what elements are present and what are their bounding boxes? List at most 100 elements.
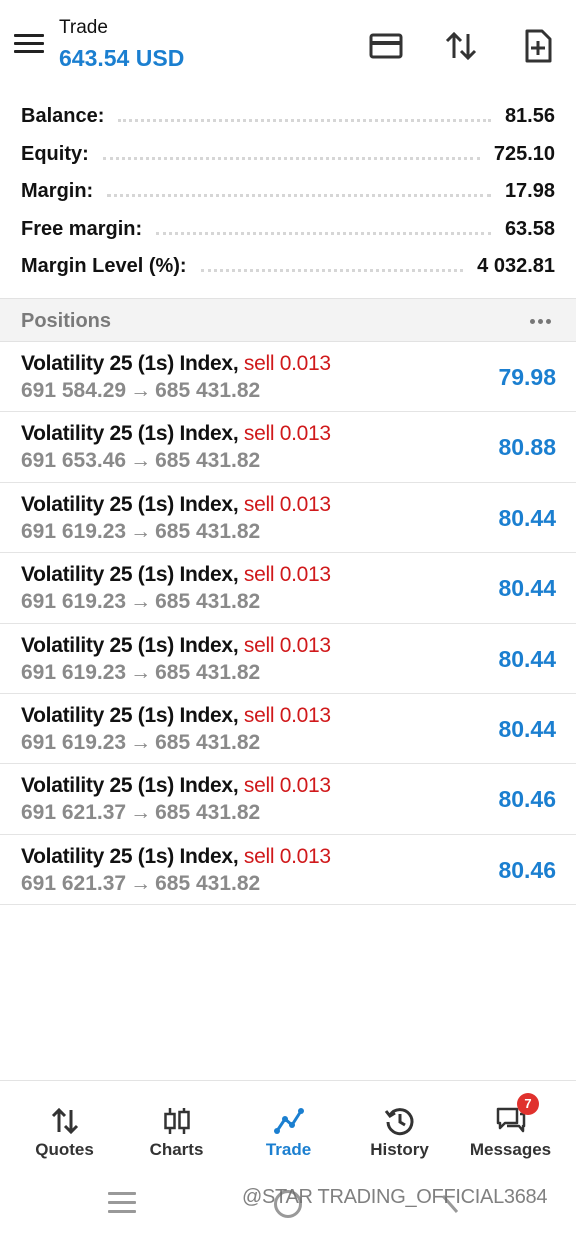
tab-label: Quotes (35, 1140, 94, 1159)
position-side: sell 0.013 (243, 563, 331, 587)
watermark-text: @STAR TRADING_OFFICIAL3684 (242, 1186, 548, 1208)
current-price: 685 431.82 (155, 801, 261, 825)
position-profit: 80.44 (498, 504, 556, 531)
more-options-icon[interactable] (528, 311, 554, 331)
tab-messages[interactable]: 7 Messages (453, 1081, 568, 1171)
position-row[interactable]: Volatility 25 (1s) Index, sell 0.013 691… (0, 342, 576, 413)
menu-icon[interactable] (14, 34, 44, 56)
open-price: 691 621.37 (21, 871, 127, 895)
arrow-icon: → (130, 449, 152, 473)
position-title: Volatility 25 (1s) Index, sell 0.013 (21, 493, 331, 517)
arrow-icon: → (130, 379, 152, 402)
open-price: 691 584.29 (21, 379, 127, 402)
position-profit: 80.44 (498, 645, 556, 672)
tab-label: Trade (265, 1140, 312, 1159)
position-symbol: Volatility 25 (1s) Index, (21, 352, 239, 375)
tab-label: Charts (149, 1140, 204, 1159)
charts-icon (161, 1105, 193, 1137)
tab-history[interactable]: History (342, 1081, 457, 1171)
position-prices: 691 619.23 → 685 431.82 (21, 520, 260, 544)
tab-label: History (370, 1140, 429, 1159)
position-profit: 80.88 (498, 434, 556, 461)
summary-value: 63.58 (504, 217, 555, 240)
position-symbol: Volatility 25 (1s) Index, (21, 844, 239, 868)
position-prices: 691 619.23 → 685 431.82 (21, 590, 260, 614)
open-price: 691 621.37 (21, 801, 127, 825)
summary-row-margin: Margin: 17.98 (0, 173, 576, 211)
dotted-leader (107, 194, 491, 198)
positions-list: Volatility 25 (1s) Index, sell 0.013 691… (0, 342, 576, 906)
recent-apps-icon[interactable] (108, 1192, 136, 1214)
page-title: Trade (59, 17, 108, 38)
history-icon (384, 1105, 416, 1137)
dotted-leader (118, 119, 491, 123)
current-price: 685 431.82 (155, 590, 261, 614)
open-price: 691 653.46 (21, 449, 127, 473)
position-side: sell 0.013 (243, 703, 331, 727)
tab-charts[interactable]: Charts (119, 1081, 234, 1171)
position-title: Volatility 25 (1s) Index, sell 0.013 (21, 563, 331, 587)
position-symbol: Volatility 25 (1s) Index, (21, 774, 239, 798)
summary-row-equity: Equity: 725.10 (0, 136, 576, 174)
position-row[interactable]: Volatility 25 (1s) Index, sell 0.013 691… (0, 483, 576, 554)
position-profit: 80.46 (498, 856, 556, 883)
arrow-icon: → (130, 801, 152, 825)
arrow-icon: → (130, 519, 152, 543)
summary-value: 17.98 (504, 180, 555, 203)
position-row[interactable]: Volatility 25 (1s) Index, sell 0.013 691… (0, 694, 576, 765)
position-row[interactable]: Volatility 25 (1s) Index, sell 0.013 691… (0, 412, 576, 483)
position-row[interactable]: Volatility 25 (1s) Index, sell 0.013 691… (0, 624, 576, 694)
position-title: Volatility 25 (1s) Index, sell 0.013 (21, 422, 331, 446)
current-price: 685 431.82 (155, 871, 261, 895)
card-icon[interactable] (368, 28, 404, 64)
position-symbol: Volatility 25 (1s) Index, (21, 633, 239, 657)
positions-title: Positions (21, 310, 112, 332)
position-symbol: Volatility 25 (1s) Index, (21, 492, 239, 516)
position-title: Volatility 25 (1s) Index, sell 0.013 (21, 774, 331, 798)
position-row[interactable]: Volatility 25 (1s) Index, sell 0.013 691… (0, 764, 576, 835)
summary-row-balance: Balance: 81.56 (0, 98, 576, 136)
position-profit: 80.46 (498, 786, 556, 813)
tab-label: Messages (469, 1140, 552, 1159)
arrow-icon: → (130, 730, 152, 754)
position-symbol: Volatility 25 (1s) Index, (21, 563, 239, 587)
arrow-icon: → (130, 660, 152, 684)
tab-trade[interactable]: Trade (231, 1081, 346, 1171)
dotted-leader (200, 269, 464, 273)
new-order-icon[interactable] (520, 28, 556, 64)
system-navigation-bar: @STAR TRADING_OFFICIAL3684 (0, 1170, 576, 1234)
bottom-tab-bar: Quotes Charts Trade History 7 Messages (0, 1080, 576, 1170)
position-prices: 691 621.37 → 685 431.82 (21, 801, 260, 825)
position-side: sell 0.013 (243, 774, 331, 798)
summary-label: Margin: (21, 180, 94, 203)
summary-label: Margin Level (%): (21, 255, 187, 278)
sort-icon[interactable] (443, 28, 479, 64)
summary-row-free-margin: Free margin: 63.58 (0, 211, 576, 249)
position-row[interactable]: Volatility 25 (1s) Index, sell 0.013 691… (0, 553, 576, 624)
position-prices: 691 619.23 → 685 431.82 (21, 661, 260, 685)
position-profit: 80.44 (498, 575, 556, 602)
current-price: 685 431.82 (155, 379, 261, 402)
account-balance: 643.54 USD (59, 45, 185, 71)
position-title: Volatility 25 (1s) Index, sell 0.013 (21, 352, 331, 376)
open-price: 691 619.23 (21, 590, 127, 614)
position-side: sell 0.013 (243, 633, 331, 657)
summary-label: Equity: (21, 142, 89, 165)
position-title: Volatility 25 (1s) Index, sell 0.013 (21, 845, 331, 869)
position-side: sell 0.013 (243, 422, 331, 446)
positions-section-header: Positions (0, 298, 576, 342)
position-prices: 691 619.23 → 685 431.82 (21, 731, 260, 755)
position-prices: 691 584.29 → 685 431.82 (21, 379, 260, 403)
arrow-icon: → (130, 871, 152, 895)
summary-value: 4 032.81 (477, 255, 555, 278)
position-side: sell 0.013 (243, 352, 331, 375)
position-prices: 691 653.46 → 685 431.82 (21, 449, 260, 473)
position-row[interactable]: Volatility 25 (1s) Index, sell 0.013 691… (0, 835, 576, 906)
open-price: 691 619.23 (21, 519, 127, 543)
position-prices: 691 621.37 → 685 431.82 (21, 872, 260, 896)
open-price: 691 619.23 (21, 730, 127, 754)
tab-quotes[interactable]: Quotes (7, 1081, 122, 1171)
top-app-bar: Trade 643.54 USD (0, 0, 576, 92)
trade-icon (273, 1105, 305, 1137)
open-price: 691 619.23 (21, 660, 127, 684)
